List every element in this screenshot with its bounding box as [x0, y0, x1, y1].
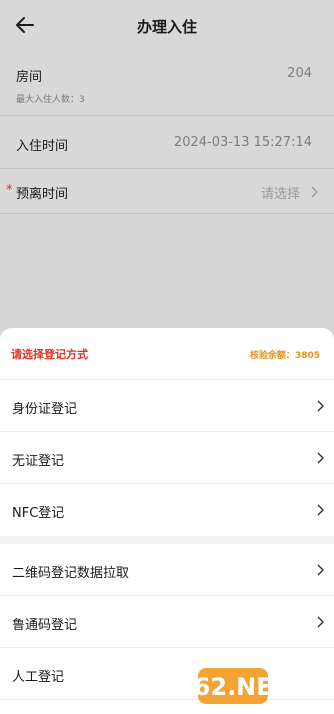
option-label: 身份证登记 — [12, 402, 78, 417]
app-header: 办理入住 — [0, 0, 334, 52]
checkin-time-row: 入住时间 2024-03-13 15:27:14 — [0, 117, 334, 169]
leave-time-row[interactable]: * 预离时间 请选择 — [0, 170, 334, 214]
registration-method-sheet: 请选择登记方式 核验余额：3805 身份证登记 无证登记 NFC登记 二维码登记… — [0, 328, 334, 714]
sheet-header: 请选择登记方式 核验余额：3805 — [0, 328, 334, 380]
option-label: 二维码登记数据拉取 — [12, 566, 130, 581]
section-divider — [0, 536, 334, 544]
required-mark: * — [6, 183, 13, 198]
sheet-title: 请选择登记方式 — [11, 348, 88, 361]
option-label: 人工登记 — [12, 670, 65, 685]
chevron-right-icon — [311, 186, 318, 198]
watermark-logo: 962.NET — [196, 668, 290, 704]
option-label: 鲁通码登记 — [12, 618, 78, 633]
option-no-id[interactable]: 无证登记 — [0, 432, 334, 484]
checkin-time-label: 入住时间 — [16, 139, 69, 154]
option-lutong-code[interactable]: 鲁通码登记 — [0, 596, 334, 648]
option-label: 无证登记 — [12, 454, 65, 469]
room-row: 房间 最大入住人数：3 204 — [0, 52, 334, 116]
option-qrcode-pull[interactable]: 二维码登记数据拉取 — [0, 544, 334, 596]
leave-time-label: 预离时间 — [16, 187, 69, 202]
option-id-card[interactable]: 身份证登记 — [0, 380, 334, 432]
checkin-time-value: 2024-03-13 15:27:14 — [173, 135, 312, 150]
max-occupancy-text: 最大入住人数：3 — [16, 95, 85, 105]
balance-label: 核验余额： — [249, 351, 295, 361]
room-value: 204 — [287, 66, 312, 81]
leave-time-placeholder[interactable]: 请选择 — [261, 183, 300, 202]
room-label: 房间 — [16, 70, 43, 85]
option-nfc[interactable]: NFC登记 — [0, 484, 334, 536]
watermark-text: 962.NET — [196, 673, 290, 701]
chevron-right-icon — [317, 400, 324, 412]
page-title: 办理入住 — [136, 18, 197, 36]
chevron-right-icon — [317, 504, 324, 516]
chevron-right-icon — [317, 564, 324, 576]
balance-value: 3805 — [294, 351, 320, 361]
chevron-right-icon — [317, 616, 324, 628]
chevron-right-icon — [317, 452, 324, 464]
option-label: NFC登记 — [12, 506, 65, 521]
verification-balance: 核验余额：3805 — [250, 348, 320, 361]
